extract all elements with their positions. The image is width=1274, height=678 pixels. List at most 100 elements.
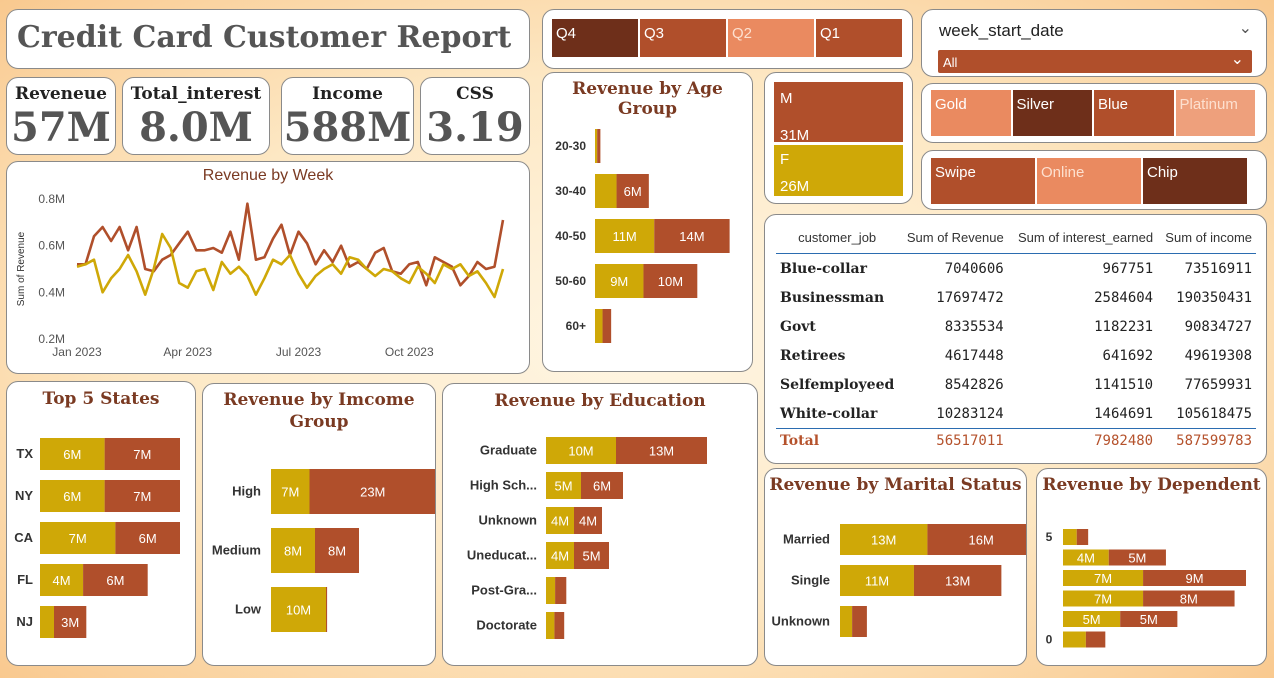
marital-chart-card: Revenue by Marital Status Married 13M 16M S…	[764, 468, 1027, 666]
quarter-tile-q4[interactable]: Q4	[552, 19, 639, 57]
gender-value: 26M	[780, 178, 810, 195]
chip-tile-chip[interactable]: Chip	[1143, 158, 1248, 204]
data-label: 4M	[1077, 551, 1095, 566]
bar-segment[interactable]	[555, 577, 567, 604]
category-label: CA	[14, 530, 33, 545]
data-label: 8M	[328, 544, 346, 559]
category-tile-silver[interactable]: Silver	[1012, 90, 1093, 136]
x-tick-label: Jul 2023	[276, 345, 322, 359]
column-header[interactable]: Sum of interest_earned	[1007, 221, 1158, 254]
category-label: Single	[791, 573, 830, 588]
bar-segment[interactable]	[595, 129, 598, 163]
education-chart-card: Revenue by Education Graduate 10M 13M High …	[442, 383, 758, 666]
table-header-row: customer_job Sum of Revenue Sum of inter…	[776, 221, 1256, 254]
table-cell: 1141510	[1094, 376, 1154, 393]
table-cell: 73516911	[1184, 260, 1252, 277]
quarter-slicer-card: Q4 Q3 Q2 Q1	[542, 9, 913, 69]
data-label: 4M	[579, 514, 597, 529]
category-label: 60+	[566, 319, 586, 333]
states-bar-chart: TX 6M 7M NY 6M 7M CA 7M 6M FL 4M 6M NJ 3M	[14, 438, 180, 638]
bar-segment[interactable]	[602, 309, 612, 343]
chip-tile-online[interactable]: Online	[1037, 158, 1142, 204]
table-row: Retirees 4617448 641692 49619308	[776, 341, 1256, 370]
bar-segment[interactable]	[326, 587, 328, 632]
week-filter-card: week_start_date ⌄ All ⌄	[921, 9, 1267, 77]
week-filter-value: All	[943, 55, 958, 70]
bar-segment[interactable]	[1085, 631, 1106, 648]
data-label: 10M	[286, 603, 311, 618]
week-chart-card: Revenue by Week 0.2M 0.4M 0.6M 0.8M Jan 2023…	[6, 161, 530, 374]
bar-segment[interactable]	[1063, 631, 1086, 648]
gender-card: M 31M F 26M	[764, 72, 913, 204]
data-label: 5M	[582, 549, 600, 564]
age-bar-chart: 20-30 30-40 6M 40-50 11M 14M 50-60 9M 10M 60+	[555, 129, 730, 343]
bar-segment[interactable]	[546, 577, 556, 604]
category-label: Married	[783, 532, 830, 547]
data-label: 8M	[284, 544, 302, 559]
table-cell: 56517011	[898, 428, 1008, 453]
job-table: customer_job Sum of Revenue Sum of inter…	[776, 221, 1256, 453]
income-bar-chart: High 7M 23M Medium 8M 8M Low 10M	[212, 469, 435, 632]
category-tile-platinum[interactable]: Platinum	[1175, 90, 1256, 136]
table-cell: Retirees	[780, 347, 846, 364]
bar-segment[interactable]	[546, 612, 555, 639]
bar-segment[interactable]	[595, 309, 603, 343]
data-label: 11M	[865, 574, 889, 589]
quarter-tile-q2[interactable]: Q2	[728, 19, 815, 57]
chevron-down-icon[interactable]: ⌄	[1239, 18, 1252, 38]
table-cell: 587599783	[1157, 428, 1256, 453]
chevron-down-icon: ⌄	[1230, 51, 1244, 68]
data-label: 13M	[871, 533, 896, 548]
data-label: 6M	[139, 531, 157, 546]
bar-segment[interactable]	[40, 606, 54, 638]
gender-value: 31M	[780, 127, 810, 144]
chip-tile-swipe[interactable]: Swipe	[931, 158, 1036, 204]
data-label: 11M	[612, 229, 636, 244]
bar-segment[interactable]	[1076, 529, 1089, 545]
category-label: 30-40	[555, 184, 586, 198]
bar-segment[interactable]	[554, 612, 565, 639]
kpi-income: Income 588M	[281, 77, 414, 155]
week-filter-select[interactable]: All ⌄	[938, 50, 1252, 73]
column-header[interactable]: Sum of income	[1157, 221, 1256, 254]
quarter-tile-q1[interactable]: Q1	[816, 19, 903, 57]
category-tile-gold[interactable]: Gold	[931, 90, 1012, 136]
category-label: 20-30	[555, 139, 586, 153]
data-label: 16M	[969, 533, 994, 548]
bar-segment[interactable]	[852, 606, 867, 637]
y-axis-label: Sum of Revenue	[16, 231, 27, 306]
bar-segment[interactable]	[597, 129, 601, 163]
table-cell: 77659931	[1184, 376, 1252, 393]
column-header[interactable]: Sum of Revenue	[898, 221, 1008, 254]
x-tick-label: Jan 2023	[52, 345, 102, 359]
category-label: 40-50	[555, 229, 586, 243]
week-line-chart: 0.2M 0.4M 0.6M 0.8M Jan 2023 Apr 2023 Jul 2023…	[16, 192, 505, 359]
bar-segment[interactable]	[1063, 529, 1077, 545]
y-tick-label: 0.6M	[38, 239, 65, 253]
gender-m-tile[interactable]: M 31M	[774, 82, 903, 144]
table-cell: Blue-collar	[780, 260, 867, 277]
quarter-tile-q3[interactable]: Q3	[640, 19, 727, 57]
category-label: FL	[17, 572, 33, 587]
data-label: 10M	[658, 274, 683, 289]
bar-segment[interactable]	[595, 174, 617, 208]
table-cell: Govt	[780, 318, 816, 335]
category-label: NY	[15, 488, 33, 503]
table-row: Businessman 17697472 2584604 190350431	[776, 283, 1256, 312]
table-cell: Selfemployeed	[780, 376, 895, 393]
category-tile-blue[interactable]: Blue	[1094, 90, 1175, 136]
bar-segment[interactable]	[840, 606, 853, 637]
y-tick-label: 0.2M	[38, 332, 65, 346]
kpi-label: CSS	[456, 84, 494, 104]
kpi-value: 3.19	[426, 104, 524, 151]
education-bar-chart: Graduate 10M 13M High Sch... 5M 6M Unknown 4M 4M…	[467, 437, 707, 639]
gender-f-tile[interactable]: F 26M	[774, 145, 903, 196]
data-label: 7M	[1094, 571, 1112, 586]
data-label: 10M	[568, 444, 593, 459]
use-chip-slicer: Swipe Online Chip	[931, 158, 1249, 204]
category-label: 5	[1046, 530, 1053, 544]
column-header[interactable]: customer_job	[776, 221, 899, 254]
data-label: 7M	[69, 531, 87, 546]
data-label: 7M	[133, 489, 151, 504]
page-title: Credit Card Customer Report	[17, 20, 512, 55]
